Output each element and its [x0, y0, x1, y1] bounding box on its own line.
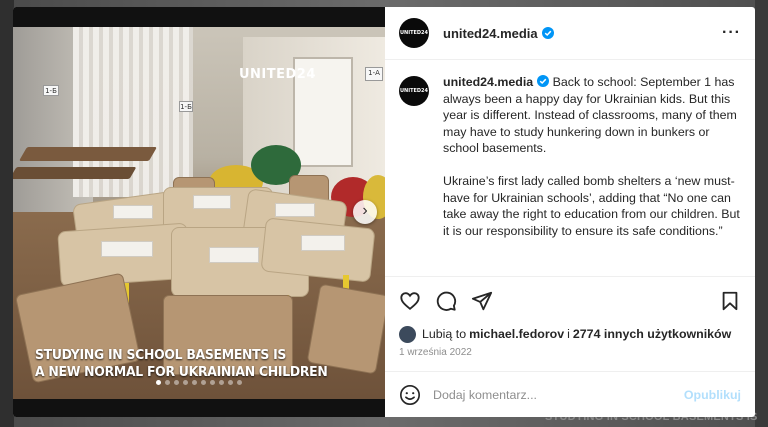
avatar[interactable]: UNITED24: [399, 76, 429, 106]
avatar[interactable]: UNITED24: [399, 18, 429, 48]
brand-watermark: UNITED24: [239, 67, 316, 82]
comment-bubble-icon[interactable]: [435, 290, 457, 312]
liker-avatar[interactable]: [399, 325, 416, 343]
verified-badge-icon: [541, 27, 554, 39]
more-options-button[interactable]: ···: [722, 24, 741, 42]
carousel-dot: [192, 380, 197, 385]
caption-paragraph: Ukraine’s first lady called bomb shelter…: [443, 174, 740, 238]
classroom-sign: 1-Б: [43, 85, 59, 96]
likes-count-link[interactable]: 2774 innych użytkowników: [573, 327, 731, 341]
post-caption: UNITED24 united24.media Back to school: …: [385, 60, 755, 277]
carousel-dot: [228, 380, 233, 385]
post-header: UNITED24 united24.media ···: [385, 7, 755, 60]
caption-text: united24.media Back to school: September…: [443, 74, 741, 276]
comment-input[interactable]: [433, 387, 684, 402]
classroom-sign: 1-А: [365, 67, 383, 81]
carousel-indicator: [13, 380, 385, 385]
likes-summary: Lubią to michael.fedorov i 2774 innych u…: [385, 325, 755, 343]
account-username[interactable]: united24.media: [443, 26, 538, 41]
carousel-dot: [201, 380, 206, 385]
bookmark-icon[interactable]: [719, 290, 741, 312]
publish-button[interactable]: Opublikuj: [684, 388, 741, 402]
carousel-dot: [156, 380, 161, 385]
liker-username[interactable]: michael.fedorov: [469, 327, 564, 341]
classroom-sign: 1-Б: [179, 101, 193, 112]
post-actions: [385, 277, 755, 325]
share-paper-plane-icon[interactable]: [471, 290, 493, 312]
post-details: UNITED24 united24.media ··· UNITED24 uni…: [385, 7, 755, 417]
verified-badge-icon: [537, 75, 550, 87]
carousel-dot: [237, 380, 242, 385]
comment-bar: Opublikuj: [385, 371, 755, 417]
carousel-dot: [219, 380, 224, 385]
caption-username[interactable]: united24.media: [443, 75, 533, 89]
post-date[interactable]: 1 września 2022: [385, 343, 755, 371]
carousel-dot: [165, 380, 170, 385]
image-headline: STUDYING IN SCHOOL BASEMENTS IS A NEW NO…: [35, 347, 328, 380]
post-media[interactable]: 1-Б 1-Б 1-А UNITED24 STUDYING IN SCHOOL …: [13, 7, 385, 417]
post-image: 1-Б 1-Б 1-А UNITED24 STUDYING IN SCHOOL …: [13, 27, 385, 399]
carousel-dot: [183, 380, 188, 385]
carousel-dot: [210, 380, 215, 385]
carousel-dot: [174, 380, 179, 385]
emoji-icon[interactable]: [399, 384, 421, 406]
next-image-button[interactable]: ›: [353, 200, 377, 224]
like-heart-icon[interactable]: [399, 290, 421, 312]
post-modal: 1-Б 1-Б 1-А UNITED24 STUDYING IN SCHOOL …: [13, 7, 755, 417]
